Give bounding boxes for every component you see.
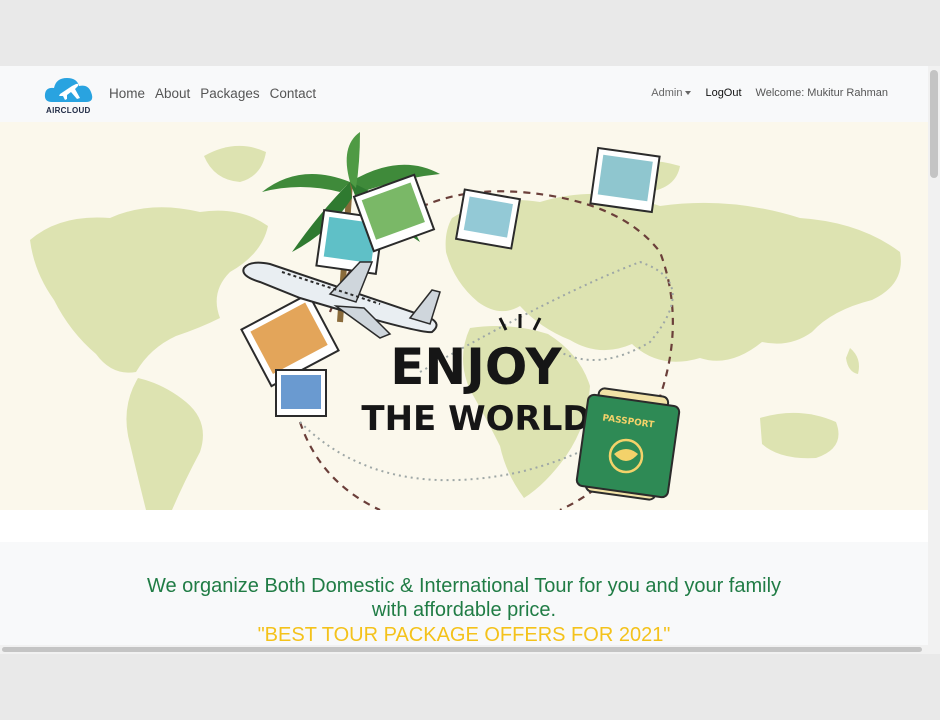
nav-about-link[interactable]: About	[155, 86, 190, 101]
tagline-line1: We organize Both Domestic & Internationa…	[146, 575, 782, 597]
cloud-plane-icon	[44, 78, 93, 102]
nav-home-link[interactable]: Home	[109, 86, 145, 101]
hero-headline-line1: ENJOY	[390, 338, 562, 396]
navbar: AIRCLOUD Home About Packages Contact Adm…	[0, 66, 928, 122]
tagline: We organize Both Domestic & Internationa…	[114, 574, 814, 648]
brand-logo[interactable]: AIRCLOUD	[42, 74, 98, 116]
caret-down-icon	[685, 91, 692, 96]
horizontal-scroll-thumb[interactable]	[2, 647, 922, 652]
nav-right: Admin LogOut Welcome: Mukitur Rahman	[651, 87, 888, 99]
tagline-line2: with affordable price.	[371, 599, 557, 621]
nav-links: Home About Packages Contact	[109, 86, 316, 101]
vertical-scroll-thumb[interactable]	[930, 70, 938, 178]
passport-icon: PASSPORT	[575, 387, 681, 501]
hero-headline-line2: THE WORLD	[361, 399, 590, 439]
logout-link[interactable]: LogOut	[705, 87, 741, 99]
spacer-band	[0, 510, 928, 542]
nav-packages-link[interactable]: Packages	[200, 86, 259, 101]
vertical-scrollbar[interactable]	[928, 66, 940, 654]
horizontal-scrollbar[interactable]	[0, 645, 928, 654]
admin-label: Admin	[651, 87, 683, 99]
world-map-illustration: ENJOY THE WORLD PASSPORT	[30, 132, 901, 510]
brand-name: AIRCLOUD	[46, 106, 91, 115]
admin-dropdown[interactable]: Admin	[651, 87, 692, 99]
nav-contact-link[interactable]: Contact	[270, 86, 317, 101]
hero-banner: ENJOY THE WORLD PASSPORT	[0, 122, 928, 510]
welcome-text: Welcome: Mukitur Rahman	[755, 87, 888, 99]
browser-viewport: AIRCLOUD Home About Packages Contact Adm…	[0, 66, 940, 654]
info-section: We organize Both Domestic & Internationa…	[0, 542, 928, 654]
